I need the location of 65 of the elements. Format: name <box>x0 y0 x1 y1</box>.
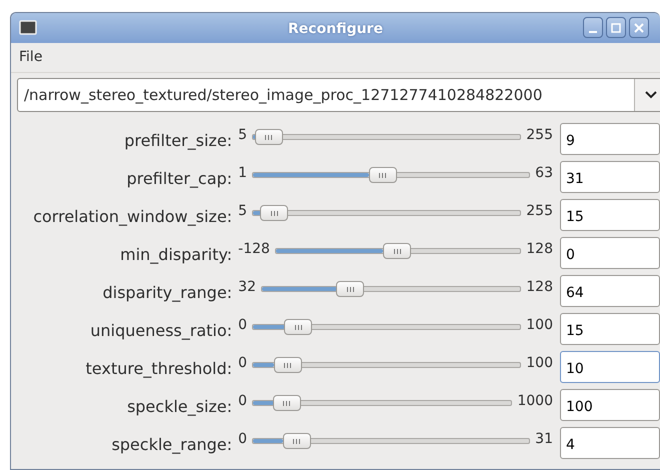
param-label: speckle_range: <box>110 434 234 456</box>
slider-thumb[interactable] <box>282 433 311 449</box>
max-value: 128 <box>526 280 553 294</box>
max-value: 1000 <box>517 394 553 408</box>
menu-item[interactable]: File <box>19 49 42 65</box>
min-value: 0 <box>238 432 248 446</box>
slider[interactable] <box>252 128 522 146</box>
close-button[interactable] <box>629 17 649 38</box>
slider-thumb[interactable] <box>368 167 397 183</box>
slider[interactable] <box>252 356 522 374</box>
param-label: min_disparity: <box>119 244 234 266</box>
slider-thumb[interactable] <box>336 281 364 297</box>
param-label: prefilter_cap: <box>126 168 234 190</box>
max-value: 255 <box>526 128 553 142</box>
value-field[interactable]: 15 <box>560 199 660 231</box>
slider[interactable] <box>252 318 522 336</box>
slider[interactable] <box>274 242 522 260</box>
param-label: uniqueness_ratio: <box>89 320 234 342</box>
slider-thumb[interactable] <box>383 243 412 259</box>
slider[interactable] <box>252 204 522 222</box>
value-field[interactable]: 10 <box>560 351 660 383</box>
window-icon <box>19 20 37 36</box>
min-value: -128 <box>238 242 270 256</box>
value-field[interactable]: 15 <box>560 313 660 345</box>
max-value: 31 <box>535 432 553 446</box>
value-field[interactable]: 0 <box>560 237 660 269</box>
slider[interactable] <box>252 432 530 450</box>
min-value: 0 <box>238 356 248 370</box>
max-value: 100 <box>526 318 553 332</box>
close-icon <box>634 22 644 32</box>
min-value: 5 <box>238 204 248 218</box>
min-value: 1 <box>238 166 248 180</box>
slider-thumb[interactable] <box>272 395 301 411</box>
slider[interactable] <box>252 394 512 412</box>
value-field[interactable]: 64 <box>560 275 660 307</box>
value-field[interactable]: 9 <box>560 123 660 155</box>
param-label: correlation_window_size: <box>32 206 234 228</box>
max-value: 255 <box>526 204 553 218</box>
slider[interactable] <box>252 166 530 184</box>
maximize-button[interactable] <box>606 17 626 38</box>
param-label: disparity_range: <box>102 282 234 304</box>
value-field[interactable]: 31 <box>560 161 660 193</box>
value-field[interactable]: 4 <box>560 427 660 459</box>
minimize-button[interactable] <box>583 17 603 38</box>
max-value: 63 <box>535 166 553 180</box>
min-value: 32 <box>238 280 256 294</box>
min-value: 0 <box>238 318 248 332</box>
min-value: 5 <box>238 128 248 142</box>
slider-thumb[interactable] <box>274 357 302 373</box>
chevron-down-icon <box>644 91 656 99</box>
maximize-icon <box>611 22 621 32</box>
window-title: Reconfigure <box>288 20 383 39</box>
max-value: 128 <box>526 242 553 256</box>
node-dropdown[interactable]: /narrow_stereo_textured/stereo_image_proc_1271277410284822000 <box>17 78 660 112</box>
max-value: 100 <box>526 356 553 370</box>
param-label: prefilter_size: <box>123 130 234 152</box>
slider-thumb[interactable] <box>254 129 283 145</box>
slider-thumb[interactable] <box>284 319 312 335</box>
min-value: 0 <box>238 394 248 408</box>
param-label: speckle_size: <box>126 396 234 418</box>
slider[interactable] <box>261 280 522 298</box>
param-label: texture_threshold: <box>84 358 234 380</box>
minimize-icon <box>589 30 597 32</box>
slider-thumb[interactable] <box>260 205 288 221</box>
value-field[interactable]: 100 <box>560 389 660 421</box>
